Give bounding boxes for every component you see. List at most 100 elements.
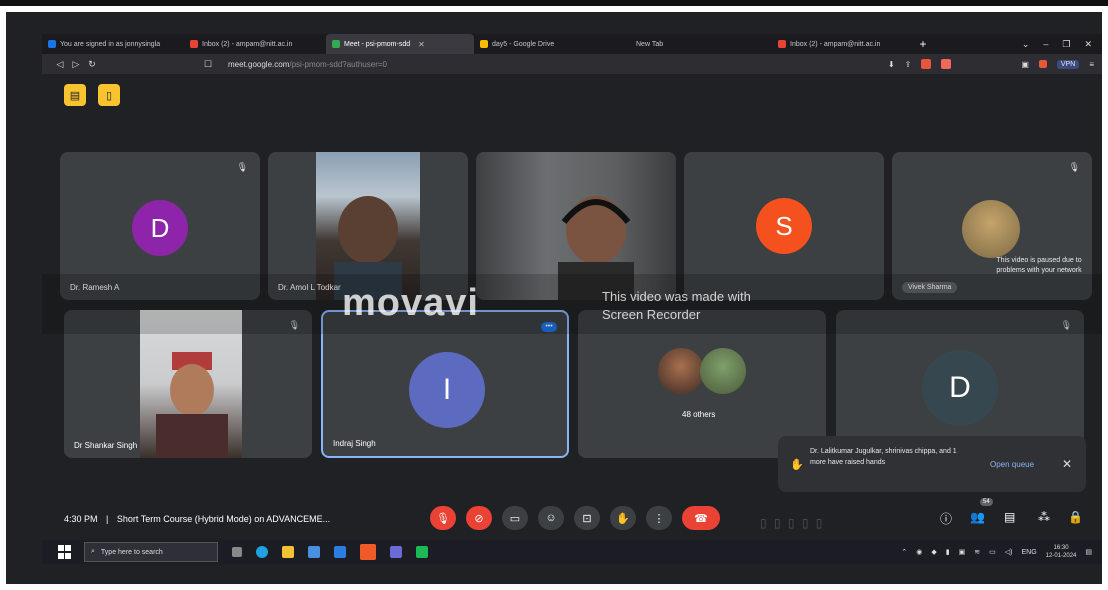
people-count-badge: 54 [980, 498, 993, 506]
raised-hands-notification: ✋ Dr. Lalitkumar Jugulkar, shrinivas chi… [778, 436, 1086, 492]
url-host: meet.google.com [228, 59, 290, 69]
close-window-icon[interactable]: ✕ [1084, 39, 1092, 50]
tab-list-icon[interactable]: ⌄ [1022, 39, 1030, 50]
brave-icon[interactable] [360, 544, 376, 560]
chat-icon[interactable]: ▤ [1004, 510, 1015, 524]
tab-label: New Tab [636, 40, 664, 48]
avatar: S [756, 198, 812, 254]
hand-icon: ✋ [790, 459, 804, 471]
meeting-details-icon[interactable]: ▯ [98, 84, 120, 106]
browser-tab[interactable]: Inbox (2) - ampam@nitt.ac.in [772, 34, 914, 54]
meeting-info: 4:30 PM | Short Term Course (Hybrid Mode… [64, 514, 330, 524]
search-placeholder: Type here to search [100, 548, 163, 556]
brave-rewards-icon[interactable] [941, 59, 952, 69]
activities-icon[interactable]: ⁂ [1038, 510, 1050, 524]
app-icon[interactable] [390, 546, 402, 558]
reload-icon[interactable]: ↻ [84, 59, 100, 70]
mic-tray-icon[interactable]: ▮ [946, 548, 950, 556]
chevron-up-icon[interactable]: ⌃ [901, 548, 907, 556]
open-queue-button[interactable]: Open queue [990, 460, 1034, 469]
bookmark-icon[interactable]: ☐ [200, 59, 216, 70]
video-paused-message: This video is paused due to problems wit… [996, 257, 1082, 274]
notification-text: Dr. Lalitkumar Jugulkar, shrinivas chipp… [810, 448, 957, 466]
camera-toggle-button[interactable]: ⊘ [466, 506, 492, 530]
forward-icon[interactable]: ▷ [68, 59, 84, 70]
leave-call-button[interactable]: ☎ [682, 506, 720, 530]
mail-icon[interactable] [334, 546, 346, 558]
browser-tab[interactable]: day5 - Google Drive [474, 34, 616, 54]
participant-name: Indraj Singh [333, 439, 376, 448]
volume-icon[interactable]: ◁) [1005, 548, 1013, 556]
avatar-photo [700, 348, 746, 394]
address-bar: ◁ ▷ ↻ ☐ meet.google.com/psi-pmom-sdd?aut… [42, 54, 1102, 74]
menu-icon[interactable]: ≡ [1089, 60, 1094, 69]
notifications-icon[interactable]: ▤ [1085, 548, 1092, 556]
new-tab-button[interactable]: + [914, 37, 932, 51]
url-path: /psi-pmom-sdd?authuser=0 [289, 59, 387, 69]
meeting-time: 4:30 PM [64, 514, 98, 524]
vpn-button[interactable]: VPN [1056, 59, 1080, 69]
green-app-icon[interactable] [416, 546, 428, 558]
present-button[interactable]: ⊡ [574, 506, 600, 530]
minimize-icon[interactable]: – [1043, 39, 1048, 50]
browser-tab-bar: You are signed in as jonnysingla Inbox (… [42, 34, 1102, 54]
browser-tab[interactable]: New Tab [616, 34, 772, 54]
battery-icon[interactable]: ▭ [989, 548, 996, 556]
watermark-logo: movavi [342, 282, 479, 324]
tab-label: Meet - psi-pmom-sdd [344, 40, 411, 48]
tray-app-icon[interactable]: ◆ [931, 548, 936, 556]
brave-shield-icon[interactable] [921, 59, 932, 69]
clock-date: 12-01-2024 [1045, 553, 1077, 559]
drive-icon [480, 40, 488, 48]
address-bar-actions: ⬇ ⇪ ▣ VPN ≡ [888, 59, 1102, 69]
emoji-button[interactable]: ☺ [538, 506, 564, 530]
taskbar-clock[interactable]: 16:30 12-01-2024 [1046, 544, 1077, 560]
people-icon[interactable]: 👥 [970, 510, 985, 524]
meet-icon [332, 40, 340, 48]
watermark-band [42, 274, 1102, 334]
avatar-photo [962, 200, 1020, 258]
tray-app-icon[interactable]: ◉ [916, 548, 922, 556]
watermark-ghost-icon: ▯ ▯ ▯ ▯ ▯ [760, 516, 825, 530]
sidebar-icon[interactable]: ▣ [1021, 60, 1029, 69]
url-field[interactable]: meet.google.com/psi-pmom-sdd?authuser=0 [228, 60, 387, 69]
more-options-button[interactable]: ⋮ [646, 506, 672, 530]
avatar: D [922, 350, 998, 426]
meeting-info-icon[interactable]: ▤ [64, 84, 86, 106]
avatar-photo [658, 348, 704, 394]
mic-off-icon: 🎙 [236, 162, 248, 172]
gmail-icon [190, 40, 198, 48]
windows-start-icon[interactable] [58, 545, 72, 559]
mic-toggle-button[interactable]: 🎙 [430, 506, 456, 530]
clock-time: 16:30 [1053, 545, 1069, 551]
screen-frame: You are signed in as jonnysingla Inbox (… [6, 12, 1102, 584]
close-tab-icon[interactable]: ✕ [418, 40, 425, 49]
others-count: 48 others [682, 410, 716, 419]
tray-app-icon[interactable]: ▣ [959, 548, 966, 556]
language-indicator[interactable]: ENG [1022, 549, 1037, 556]
taskbar-search-input[interactable]: ⌕ Type here to search [84, 542, 218, 562]
task-view-icon[interactable] [232, 547, 242, 557]
extension-icon[interactable] [1038, 60, 1047, 68]
back-icon[interactable]: ◁ [52, 59, 68, 70]
raise-hand-button[interactable]: ✋ [610, 506, 636, 530]
share-icon[interactable]: ⇪ [905, 60, 912, 69]
store-icon[interactable] [308, 546, 320, 558]
browser-tab[interactable]: You are signed in as jonnysingla [42, 34, 184, 54]
gmail-icon [778, 40, 786, 48]
search-icon: ⌕ [91, 548, 95, 555]
maximize-icon[interactable]: ❐ [1062, 39, 1070, 50]
close-icon[interactable]: ✕ [1062, 457, 1072, 471]
captions-button[interactable]: ▭ [502, 506, 528, 530]
system-tray: ⌃ ◉ ◆ ▮ ▣ ≋ ▭ ◁) ENG 16:30 12-01-2024 ▤ [901, 544, 1102, 560]
browser-tab-active[interactable]: Meet - psi-pmom-sdd ✕ [326, 34, 474, 54]
host-controls-icon[interactable]: 🔒 [1068, 510, 1083, 524]
edge-icon[interactable] [256, 546, 268, 558]
browser-tab[interactable]: Inbox (2) - ampam@nitt.ac.in [184, 34, 326, 54]
tab-label: You are signed in as jonnysingla [60, 40, 161, 48]
file-explorer-icon[interactable] [282, 546, 294, 558]
meeting-title: Short Term Course (Hybrid Mode) on ADVAN… [116, 514, 331, 524]
info-icon[interactable]: ⓘ [940, 510, 952, 527]
wifi-icon[interactable]: ≋ [974, 548, 980, 556]
download-icon[interactable]: ⬇ [888, 60, 895, 69]
